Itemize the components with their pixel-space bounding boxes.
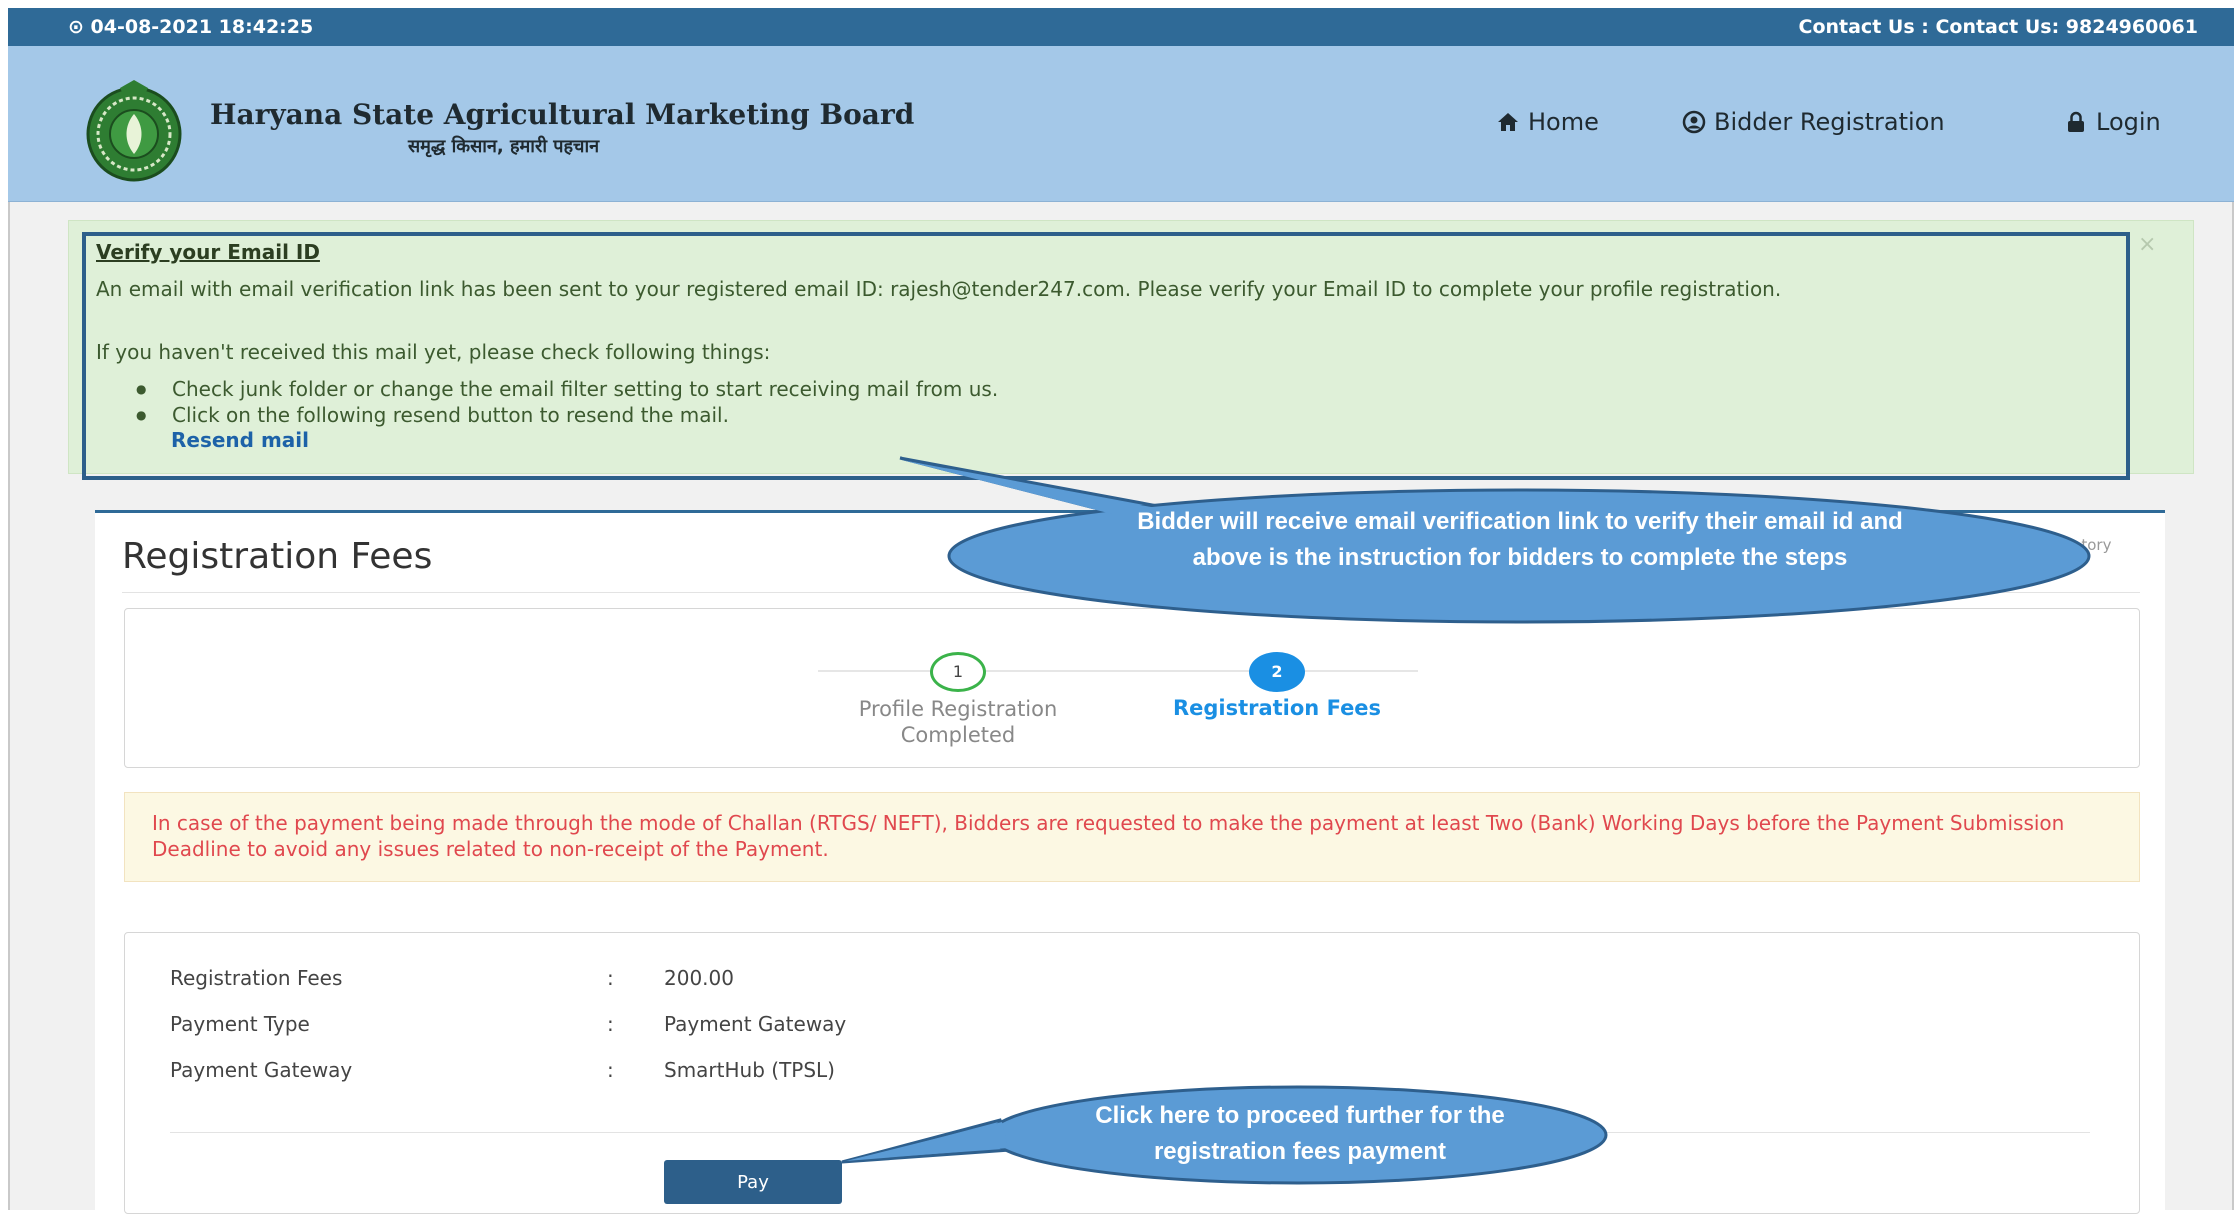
datetime: ⊙ 04-08-2021 18:42:25: [68, 16, 314, 38]
alert-list-item: Check junk folder or change the email fi…: [136, 376, 998, 402]
step-1-label: Profile Registration Completed: [858, 697, 1058, 747]
hsamb-logo-icon[interactable]: [80, 76, 188, 184]
nav-bidder-registration-label: Bidder Registration: [1714, 108, 1945, 136]
contact-info: Contact Us : Contact Us: 9824960061: [1798, 16, 2199, 38]
payment-warning-text: In case of the payment being made throug…: [152, 811, 2065, 861]
detail-colon: :: [607, 966, 614, 990]
detail-value: Payment Gateway: [664, 1012, 847, 1036]
alert-intro: If you haven't received this mail yet, p…: [96, 340, 771, 364]
mandatory-note: latory: [2068, 536, 2112, 554]
detail-value: 200.00: [664, 966, 734, 990]
email-callout-text: Bidder will receive email verification l…: [1137, 508, 1903, 571]
alert-title: Verify your Email ID: [96, 240, 320, 264]
detail-label: Payment Gateway: [170, 1058, 353, 1082]
step-connector: [818, 670, 1418, 672]
lock-icon: [2068, 111, 2084, 132]
detail-label: Registration Fees: [170, 966, 343, 990]
detail-label: Payment Type: [170, 1012, 310, 1036]
brand-title[interactable]: Haryana State Agricultural Marketing Boa…: [210, 98, 914, 131]
alert-checklist: Check junk folder or change the email fi…: [136, 376, 998, 428]
progress-steps: [124, 608, 2140, 768]
pay-button[interactable]: Pay: [664, 1160, 842, 1204]
nav-login-label: Login: [2096, 108, 2161, 136]
detail-value: SmartHub (TPSL): [664, 1058, 835, 1082]
step-2-indicator: 2: [1249, 652, 1305, 692]
resend-mail-link[interactable]: Resend mail: [171, 428, 309, 452]
step-1-indicator: 1: [930, 652, 986, 692]
home-icon: [1498, 113, 1518, 131]
top-bar: ⊙ 04-08-2021 18:42:25 Contact Us : Conta…: [8, 8, 2234, 46]
alert-close-icon[interactable]: ×: [2138, 232, 2156, 257]
nav-home[interactable]: Home: [1496, 108, 1599, 136]
nav-home-label: Home: [1528, 108, 1599, 136]
detail-colon: :: [607, 1012, 614, 1036]
user-circle-icon: [1682, 110, 1706, 134]
payment-details: [124, 932, 2140, 1214]
detail-colon: :: [607, 1058, 614, 1082]
nav-bidder-registration[interactable]: Bidder Registration: [1682, 108, 1945, 136]
page-title: Registration Fees: [122, 536, 433, 577]
brand-subtitle: समृद्ध किसान, हमारी पहचान: [408, 136, 600, 157]
site-header: Haryana State Agricultural Marketing Boa…: [8, 46, 2234, 202]
panel-divider: [122, 592, 2140, 593]
step-2-label: Registration Fees: [1172, 696, 1382, 720]
nav-login[interactable]: Login: [2064, 108, 2161, 136]
alert-list-item: Click on the following resend button to …: [136, 402, 998, 428]
alert-message: An email with email verification link ha…: [96, 277, 1782, 301]
pay-callout-text: Click here to proceed further for the re…: [1095, 1102, 1505, 1165]
